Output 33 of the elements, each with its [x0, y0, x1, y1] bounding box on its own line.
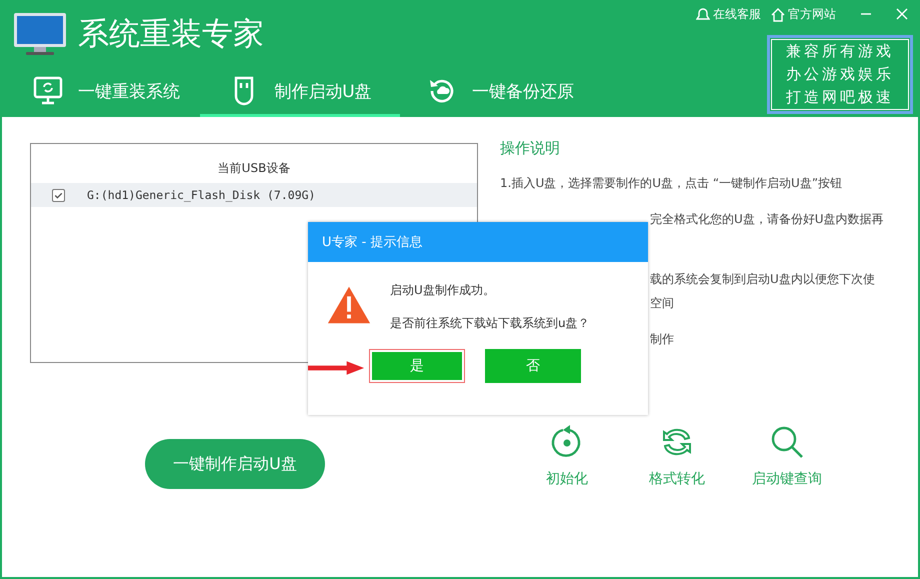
tab[interactable]: 一键备份还原 — [400, 68, 600, 117]
instruction-text: 空间 — [650, 295, 674, 312]
close-icon[interactable] — [896, 8, 908, 20]
tool-button[interactable]: 初始化 — [512, 424, 622, 488]
ad-banner[interactable]: 兼容所有游戏 办公游戏娱乐 打造网吧极速 — [767, 35, 913, 114]
app-title: 系统重装专家 — [78, 15, 264, 54]
monitor-icon — [32, 75, 64, 107]
warning-icon — [326, 284, 372, 326]
dialog-message: 启动U盘制作成功。 — [390, 282, 496, 299]
instruction-text: 制作 — [650, 331, 674, 348]
checkbox[interactable] — [52, 188, 65, 202]
computer-icon — [12, 11, 68, 57]
header-link[interactable]: 官方网站 — [771, 6, 836, 23]
instruction-text: 完全格式化您的U盘，请备份好U盘内数据再 — [650, 211, 884, 228]
dialog-button[interactable]: 是 — [369, 349, 465, 383]
instruction-text: 载的系统会复制到启动U盘内以便您下次使 — [650, 271, 875, 288]
header-link[interactable]: 在线客服 — [696, 6, 761, 23]
device-label: G:(hd1)Generic_Flash_Disk (7.09G) — [87, 188, 316, 202]
tool-button[interactable]: 启动键查询 — [732, 424, 842, 488]
instruction-text: 1.插入U盘，选择需要制作的U盘，点击 “一键制作启动U盘”按钮 — [500, 175, 844, 192]
tab[interactable]: 制作启动U盘 — [200, 68, 400, 117]
instructions-title: 操作说明 — [500, 139, 561, 158]
dialog-title: U专家 - 提示信息 — [322, 234, 422, 251]
tool-button[interactable]: 格式转化 — [622, 424, 732, 488]
make-boot-usb-button[interactable]: 一键制作启动U盘 — [145, 439, 325, 489]
dialog-message: 是否前往系统下载站下载系统到u盘？ — [390, 315, 590, 332]
search-icon — [769, 424, 805, 460]
dialog-button[interactable]: 否 — [485, 349, 581, 383]
home-icon — [771, 8, 785, 22]
tab[interactable]: 一键重装系统 — [0, 68, 200, 117]
list-heading: 当前USB设备 — [216, 160, 292, 177]
device-row[interactable]: G:(hd1)Generic_Flash_Disk (7.09G) — [31, 183, 477, 207]
annotation-arrow — [308, 360, 366, 376]
